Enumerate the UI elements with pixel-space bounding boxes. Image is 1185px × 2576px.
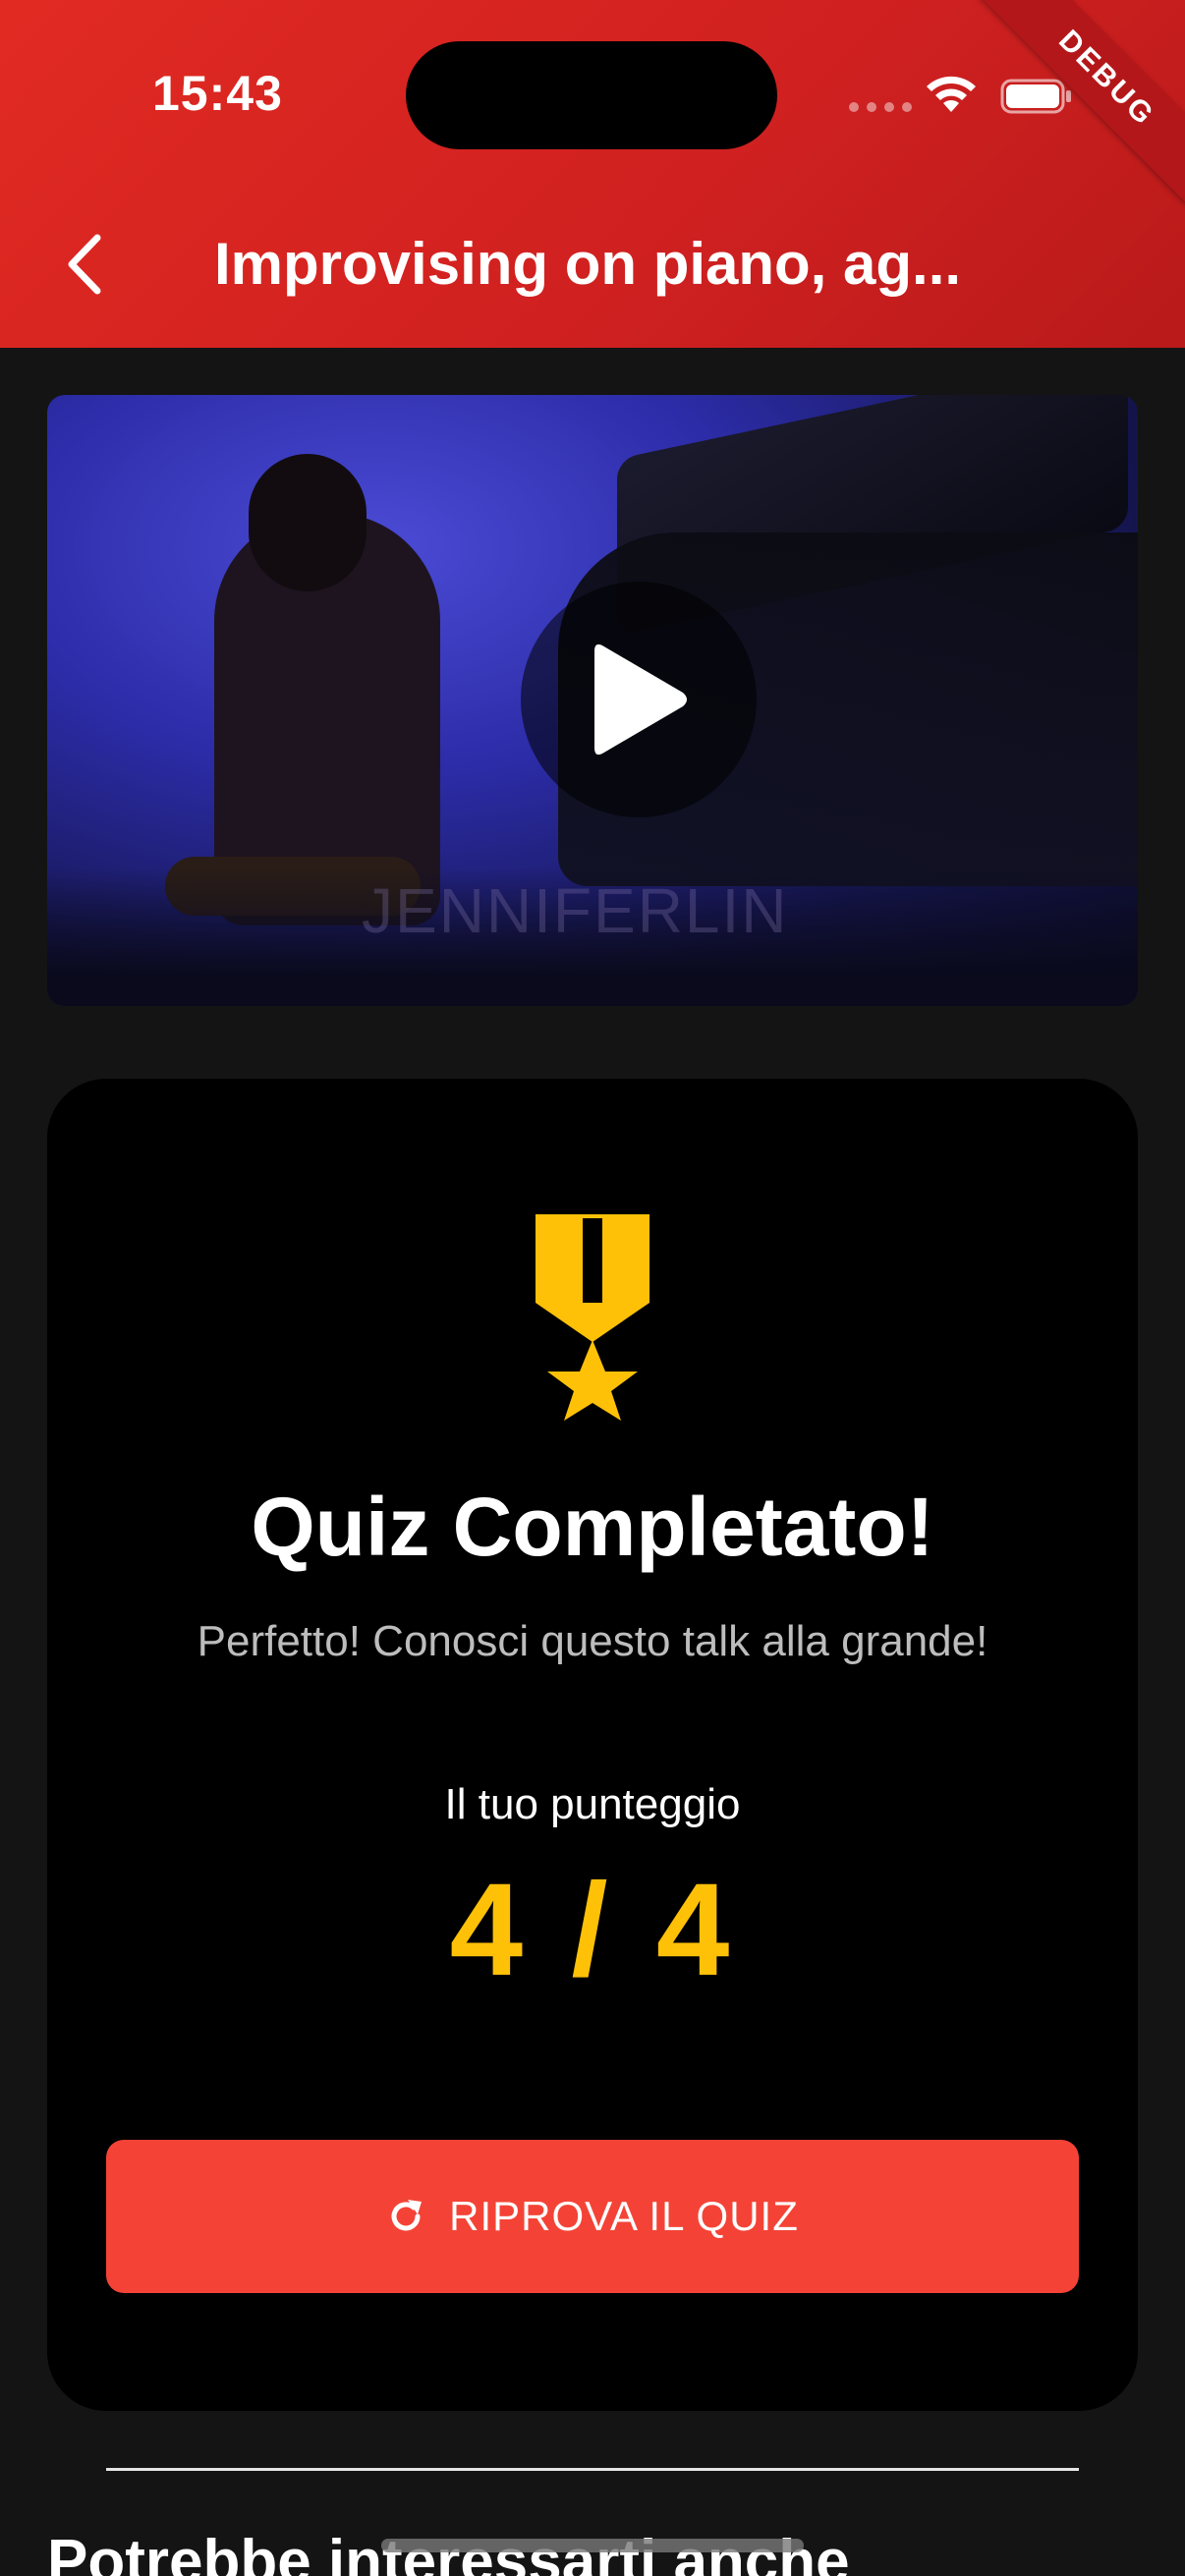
score-value: 4 / 4 (449, 1857, 736, 2003)
refresh-icon (391, 2200, 423, 2231)
screen: 15:43 DEBUG Improvising on piano, ag... (0, 0, 1185, 2576)
video-thumbnail-pianist-head (249, 454, 367, 591)
video-watermark: JENNIFERLIN (362, 875, 789, 946)
quiz-result-card: Quiz Completato! Perfetto! Conosci quest… (47, 1079, 1138, 2411)
retry-quiz-label: RIPROVA IL QUIZ (449, 2193, 799, 2239)
video-player[interactable]: JENNIFERLIN (47, 395, 1138, 1006)
status-time: 15:43 (152, 66, 283, 121)
retry-quiz-button[interactable]: RIPROVA IL QUIZ (106, 2140, 1079, 2293)
wifi-icon (927, 76, 976, 112)
dynamic-island (406, 41, 777, 149)
home-indicator[interactable] (381, 2539, 804, 2552)
battery-icon (1000, 79, 1071, 114)
page-title: Improvising on piano, ag... (214, 231, 962, 297)
quiz-completed-title: Quiz Completato! (251, 1481, 934, 1573)
play-icon (594, 644, 687, 756)
military-medal-icon (536, 1214, 649, 1421)
quiz-completed-subtitle: Perfetto! Conosci questo talk alla grand… (197, 1617, 988, 1665)
cellular-signal-icon (849, 102, 912, 112)
score-label: Il tuo punteggio (444, 1780, 741, 1828)
chevron-left-icon (68, 234, 101, 295)
play-button[interactable] (521, 582, 757, 817)
section-divider (106, 2468, 1079, 2471)
back-button[interactable] (49, 224, 118, 305)
app-bar: 15:43 DEBUG Improvising on piano, ag... (0, 0, 1185, 348)
